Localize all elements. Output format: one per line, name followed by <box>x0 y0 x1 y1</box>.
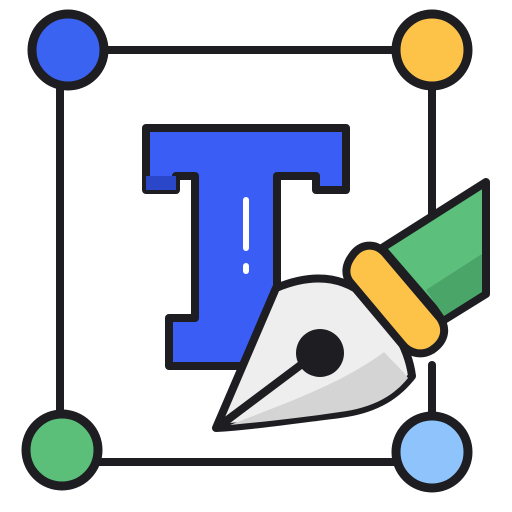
node-top-left <box>27 9 109 91</box>
node-bottom-right <box>391 411 473 493</box>
letter-t-shadow <box>146 176 176 190</box>
node-bottom-left <box>21 409 103 491</box>
pen-nib-breather-hole <box>296 329 344 377</box>
node-top-right <box>391 9 473 91</box>
icon-canvas <box>0 0 512 512</box>
type-design-pen-tool-icon <box>21 9 490 493</box>
